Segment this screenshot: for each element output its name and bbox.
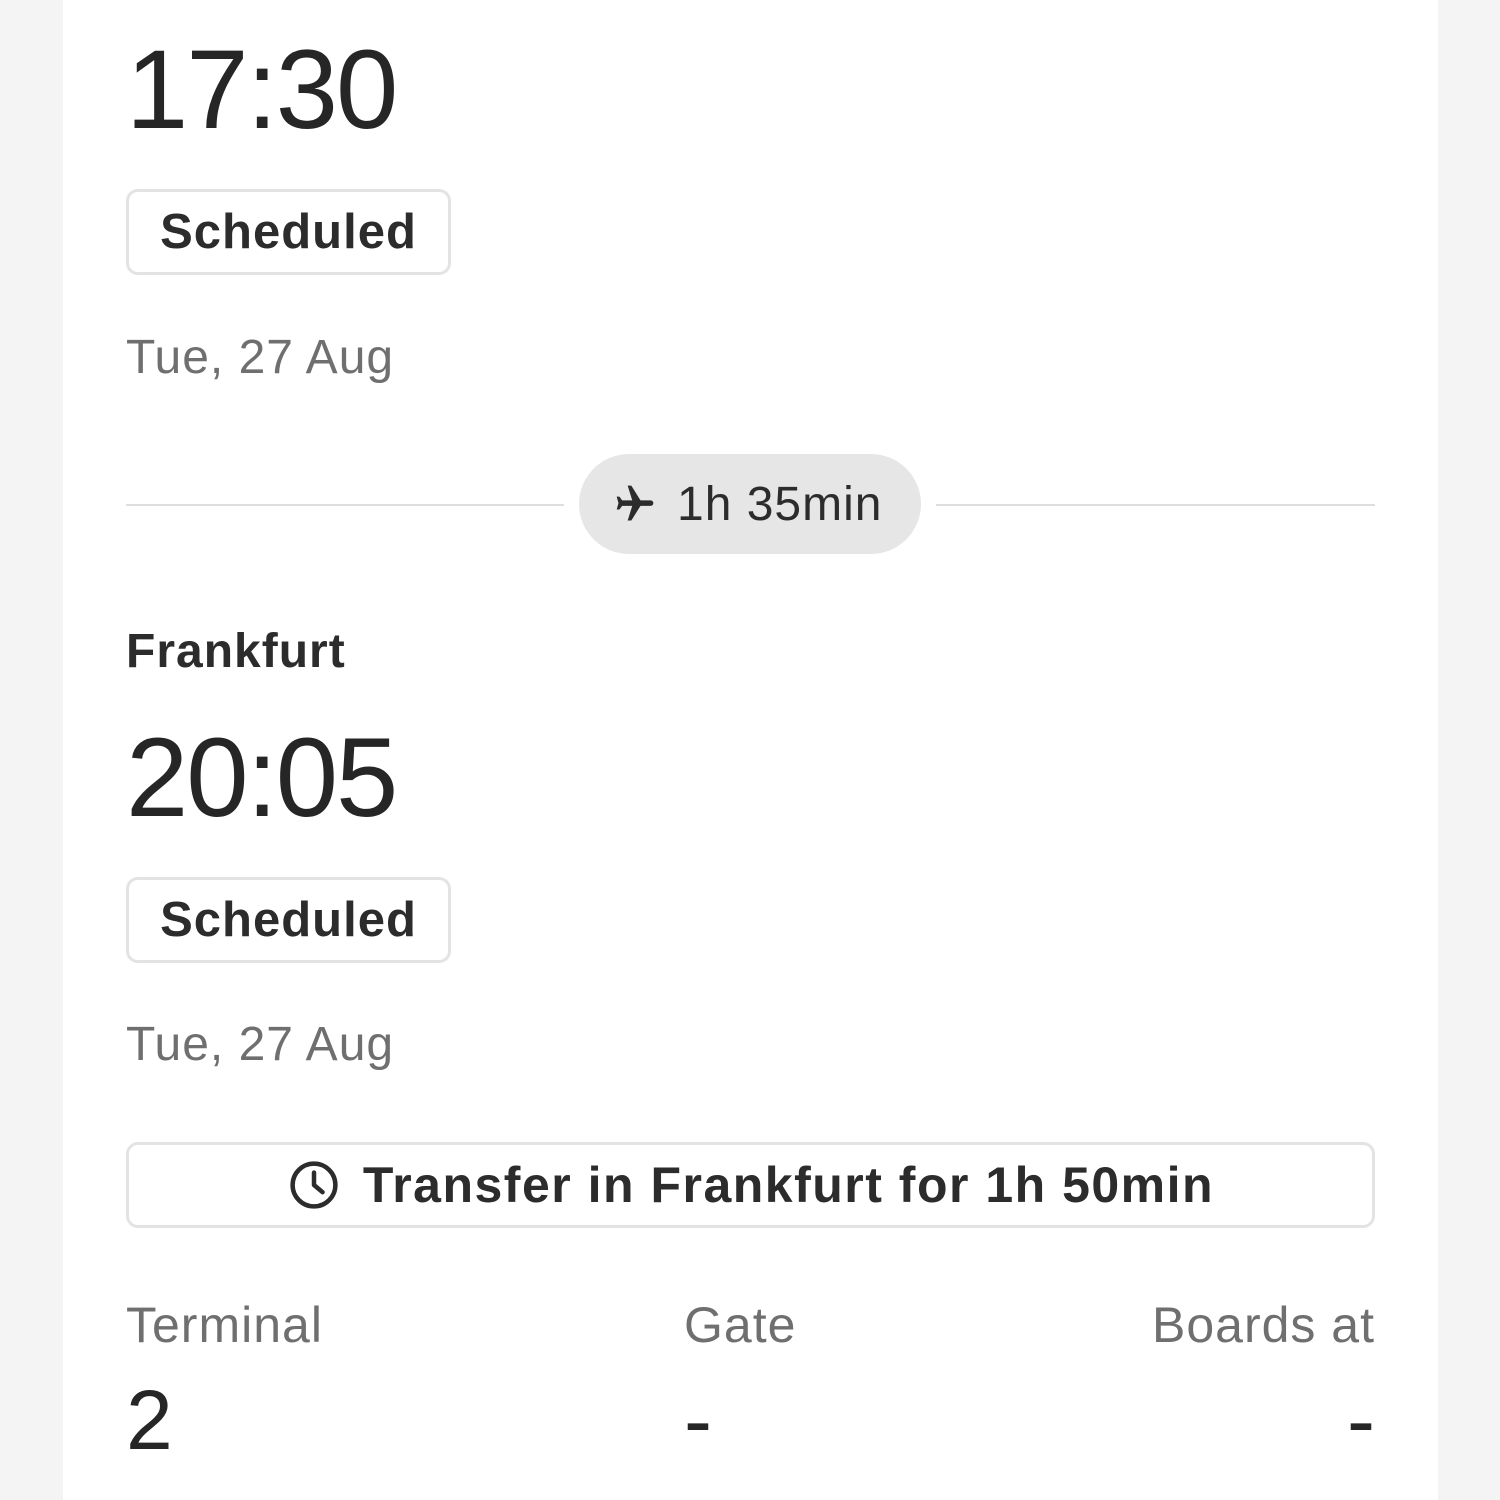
gate-label: Gate bbox=[684, 1297, 797, 1353]
arrival-city: Frankfurt bbox=[126, 625, 346, 678]
flight-duration-pill: 1h 35min bbox=[579, 454, 921, 554]
departure-status-badge: Scheduled bbox=[126, 189, 451, 275]
divider-right bbox=[936, 504, 1375, 506]
gate-value: - bbox=[684, 1373, 712, 1467]
arrival-date: Tue, 27 Aug bbox=[126, 1018, 395, 1071]
arrival-time: 20:05 bbox=[126, 715, 398, 840]
flight-duration-text: 1h 35min bbox=[677, 477, 883, 531]
flight-details-card: 17:30 Scheduled Tue, 27 Aug 1h 35min Fra… bbox=[63, 0, 1438, 1500]
terminal-value: 2 bbox=[126, 1373, 173, 1467]
departure-date: Tue, 27 Aug bbox=[126, 331, 395, 384]
boards-at-value: - bbox=[1347, 1373, 1375, 1467]
divider-left bbox=[126, 504, 564, 506]
arrival-status-badge: Scheduled bbox=[126, 877, 451, 963]
terminal-label: Terminal bbox=[126, 1297, 323, 1353]
boards-at-label: Boards at bbox=[1151, 1297, 1375, 1353]
departure-time: 17:30 bbox=[126, 27, 398, 152]
clock-icon bbox=[290, 1161, 338, 1209]
transfer-text: Transfer in Frankfurt for 1h 50min bbox=[362, 1157, 1215, 1213]
airplane-icon bbox=[616, 485, 654, 521]
transfer-banner: Transfer in Frankfurt for 1h 50min bbox=[126, 1142, 1375, 1228]
